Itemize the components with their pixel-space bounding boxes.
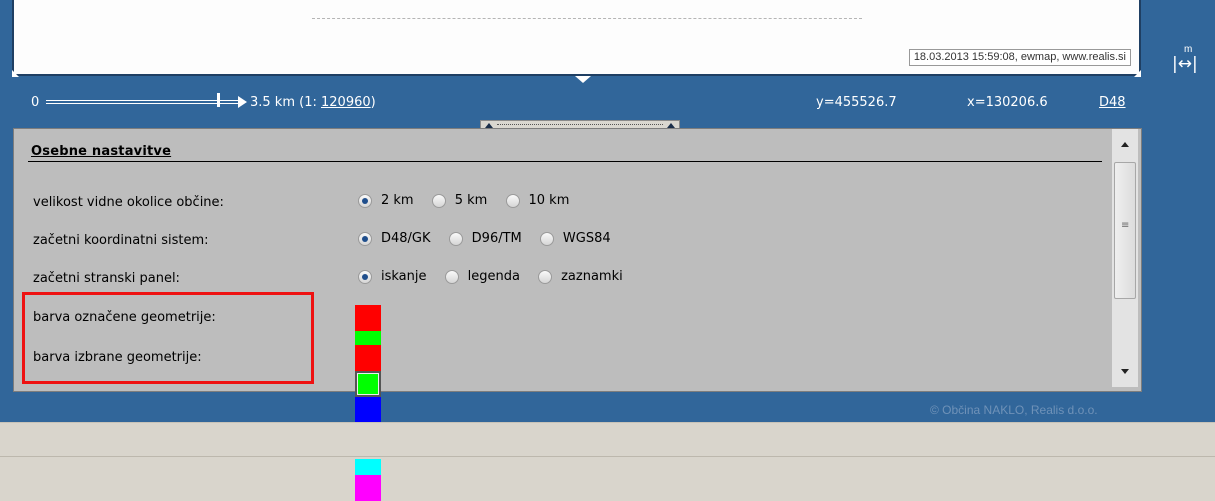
panel-divider	[28, 161, 1102, 162]
radio-legenda[interactable]	[444, 269, 459, 284]
panel-toggle-arrow[interactable]	[575, 76, 591, 83]
scale-end-arrow-icon	[238, 96, 247, 108]
scale-closing: )	[370, 95, 376, 110]
radio-zaznamki[interactable]	[538, 269, 553, 284]
coordinate-x: x=130206.6	[967, 95, 1048, 110]
map-view[interactable]: 18.03.2013 15:59:08, ewmap, www.realis.s…	[12, 0, 1141, 76]
copyright-footer: © Občina NAKLO, Realis d.o.o.	[930, 403, 1098, 417]
map-timestamp-label: 18.03.2013 15:59:08, ewmap, www.realis.s…	[908, 49, 1131, 66]
status-divider	[0, 456, 1215, 457]
setting-label: velikost vidne okolice občine:	[33, 195, 224, 210]
radio-group-sidepanel: iskanje legenda zaznamki	[358, 269, 637, 284]
radio-label: D48/GK	[381, 231, 431, 246]
measure-distance-button[interactable]: m |↔|	[1170, 44, 1210, 74]
radio-2km[interactable]	[358, 193, 372, 208]
color-swatch-red[interactable]	[355, 345, 381, 371]
setting-label: barva izbrane geometrije:	[33, 350, 202, 365]
scroll-down-button[interactable]	[1112, 355, 1138, 387]
radio-label: zaznamki	[561, 269, 623, 284]
splitter-grip	[497, 124, 663, 125]
scale-distance: 3.5 km (1:	[250, 95, 321, 110]
scale-zero-label: 0	[31, 95, 40, 110]
setting-label: začetni koordinatni sistem:	[33, 233, 209, 248]
radio-group-distance: 2 km 5 km 10 km	[358, 193, 583, 208]
radio-10km[interactable]	[505, 193, 520, 208]
radio-wgs84[interactable]	[539, 231, 554, 246]
map-corner-right	[1134, 70, 1141, 77]
crs-link[interactable]: D48	[1099, 95, 1126, 110]
settings-panel: Osebne nastavitve velikost vidne okolice…	[13, 128, 1142, 501]
setting-label: začetni stranski panel:	[33, 271, 180, 286]
radio-label: legenda	[467, 269, 520, 284]
radio-label: 5 km	[454, 193, 488, 208]
radio-d48[interactable]	[358, 231, 372, 246]
radio-label: D96/TM	[471, 231, 522, 246]
scroll-thumb[interactable]: ≡	[1114, 162, 1136, 299]
scale-ratio-link[interactable]: 120960	[321, 95, 371, 110]
scale-slider-track[interactable]	[46, 100, 238, 104]
scale-slider-handle[interactable]	[217, 93, 220, 107]
radio-label: WGS84	[562, 231, 611, 246]
radio-label: 2 km	[381, 193, 414, 208]
radio-group-crs: D48/GK D96/TM WGS84	[358, 231, 625, 246]
measure-distance-icon: |↔|	[1172, 54, 1198, 74]
panel-scrollbar[interactable]: ≡	[1112, 129, 1138, 387]
color-swatch-green[interactable]	[355, 371, 381, 397]
coordinate-y: y=455526.7	[816, 95, 897, 110]
app-window: 18.03.2013 15:59:08, ewmap, www.realis.s…	[0, 0, 1215, 501]
setting-label: barva označene geometrije:	[33, 310, 216, 325]
radio-d96[interactable]	[448, 231, 463, 246]
scroll-grip-icon: ≡	[1121, 220, 1130, 231]
panel-title: Osebne nastavitve	[31, 144, 172, 159]
radio-5km[interactable]	[431, 193, 446, 208]
map-corner-left	[12, 70, 19, 77]
color-swatch-blue[interactable]	[355, 397, 381, 423]
scroll-up-button[interactable]	[1112, 129, 1138, 161]
radio-label: iskanje	[381, 269, 427, 284]
map-feature	[312, 0, 862, 19]
color-swatch-red[interactable]	[355, 305, 381, 331]
radio-iskanje[interactable]	[358, 269, 372, 284]
color-swatch-magenta[interactable]	[355, 475, 381, 501]
radio-label: 10 km	[528, 193, 570, 208]
status-strip	[0, 422, 1215, 459]
scale-bar: 0 3.5 km (1: 120960) y=455526.7 x=130206…	[12, 90, 1142, 116]
scale-text: 3.5 km (1: 120960)	[250, 95, 376, 110]
